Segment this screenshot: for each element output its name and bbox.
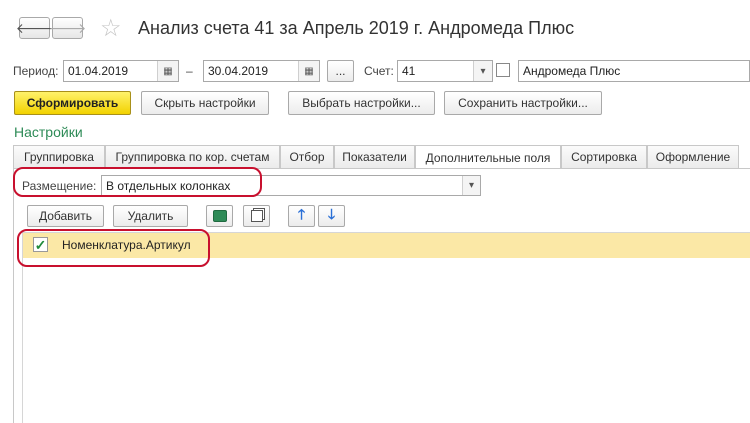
account-field[interactable]: 41 ▾ bbox=[397, 60, 493, 82]
forward-button[interactable]: 🡒 bbox=[49, 17, 86, 39]
dropdown-arrow-icon[interactable]: ▾ bbox=[462, 176, 480, 195]
calendar-icon[interactable]: ▦ bbox=[298, 61, 319, 81]
choose-settings-button[interactable]: Выбрать настройки... bbox=[288, 91, 435, 115]
period-select-button[interactable]: ... bbox=[327, 60, 354, 82]
period-to-value: 30.04.2019 bbox=[208, 64, 269, 78]
organization-field[interactable]: Андромеда Плюс bbox=[518, 60, 750, 82]
arrow-right-icon: 🡒 bbox=[48, 19, 87, 36]
arrow-left-icon: 🡐 bbox=[15, 19, 54, 36]
favorite-star-icon[interactable]: ☆ bbox=[100, 14, 122, 43]
period-from-value: 01.04.2019 bbox=[68, 64, 129, 78]
delete-button[interactable]: Удалить bbox=[113, 205, 188, 227]
tab-grouping-by-accounts[interactable]: Группировка по кор. счетам bbox=[105, 145, 280, 168]
arrow-up-icon: 🡑 bbox=[297, 206, 306, 222]
settings-heading: Настройки bbox=[14, 124, 83, 140]
add-button[interactable]: Добавить bbox=[27, 205, 104, 227]
generate-button[interactable]: Сформировать bbox=[14, 91, 131, 115]
period-from-field[interactable]: 01.04.2019 ▦ bbox=[63, 60, 179, 82]
hide-settings-button[interactable]: Скрыть настройки bbox=[141, 91, 269, 115]
move-up-button[interactable]: 🡑 bbox=[288, 205, 315, 227]
tab-indicators[interactable]: Показатели bbox=[334, 145, 415, 168]
check-all-button[interactable] bbox=[206, 205, 233, 227]
window-title: Анализ счета 41 за Апрель 2019 г. Андром… bbox=[138, 18, 575, 38]
tab-sorting[interactable]: Сортировка bbox=[561, 145, 647, 168]
tab-additional-fields[interactable]: Дополнительные поля bbox=[415, 145, 561, 169]
arrow-down-icon: 🡓 bbox=[327, 206, 336, 222]
placement-highlight bbox=[13, 167, 262, 197]
move-down-button[interactable]: 🡓 bbox=[318, 205, 345, 227]
dropdown-arrow-icon[interactable]: ▾ bbox=[473, 61, 492, 81]
save-settings-button[interactable]: Сохранить настройки... bbox=[444, 91, 602, 115]
account-value: 41 bbox=[402, 64, 416, 78]
calendar-icon[interactable]: ▦ bbox=[157, 61, 178, 81]
copy-icon bbox=[250, 210, 263, 222]
period-to-field[interactable]: 30.04.2019 ▦ bbox=[203, 60, 320, 82]
account-label: Счет: bbox=[364, 64, 394, 78]
tab-filter[interactable]: Отбор bbox=[280, 145, 334, 168]
field-highlight bbox=[17, 229, 210, 267]
back-button[interactable]: 🡐 bbox=[16, 17, 53, 39]
period-dash: – bbox=[186, 64, 193, 78]
organization-value: Андромеда Плюс bbox=[523, 64, 621, 78]
copy-button[interactable] bbox=[243, 205, 270, 227]
check-all-icon bbox=[212, 210, 227, 222]
tab-grouping[interactable]: Группировка bbox=[13, 145, 105, 168]
tab-appearance[interactable]: Оформление bbox=[647, 145, 739, 168]
period-label: Период: bbox=[13, 64, 59, 78]
open-account-icon[interactable] bbox=[496, 63, 510, 77]
